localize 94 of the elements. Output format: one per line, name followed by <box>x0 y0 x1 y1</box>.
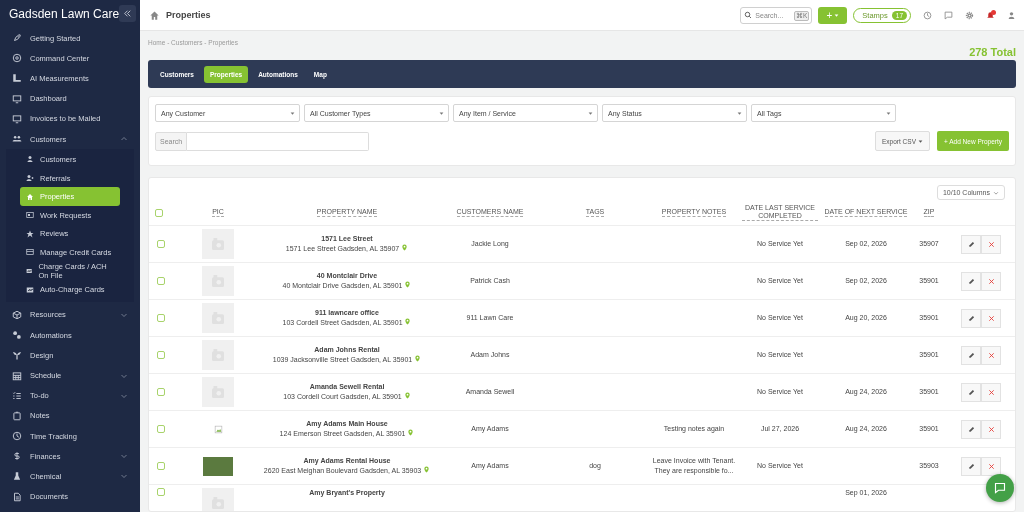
search-icon <box>744 11 753 19</box>
card-icon <box>26 267 33 275</box>
monitor-icon <box>12 93 22 104</box>
close-icon <box>987 277 995 285</box>
caret-icon <box>737 110 742 116</box>
edit-button[interactable] <box>961 234 981 254</box>
pencil-icon <box>967 314 975 322</box>
close-icon <box>987 425 995 433</box>
chat-icon <box>944 10 953 20</box>
delete-button[interactable] <box>981 419 1001 439</box>
caret-icon <box>834 12 840 18</box>
pencil-icon <box>967 240 975 248</box>
caret-icon <box>290 110 295 116</box>
close-icon <box>987 240 995 248</box>
pencil-icon <box>967 277 975 285</box>
card-icon <box>26 285 34 294</box>
pencil-icon <box>967 425 975 433</box>
delete-button[interactable] <box>981 308 1001 328</box>
brand-name: Gadsden Lawn Care <box>9 6 120 21</box>
map-pin-icon <box>423 466 431 473</box>
flask-icon <box>12 471 22 482</box>
bell-icon <box>986 10 995 20</box>
photo-placeholder <box>203 456 233 476</box>
delete-button[interactable] <box>981 345 1001 365</box>
edit-button[interactable] <box>961 271 981 291</box>
broken-image-icon <box>213 424 223 434</box>
profile-button[interactable] <box>1007 10 1016 20</box>
row-checkbox[interactable] <box>157 351 165 359</box>
row-checkbox[interactable] <box>157 425 165 433</box>
row-checkbox[interactable] <box>157 314 165 322</box>
gear-icon <box>965 10 974 20</box>
house-icon <box>149 9 160 21</box>
clock-icon <box>923 10 932 20</box>
chat-icon <box>994 482 1006 494</box>
collapse-sidebar-button[interactable] <box>119 5 136 22</box>
row-checkbox[interactable] <box>157 388 165 396</box>
row-checkbox[interactable] <box>157 488 165 496</box>
row-checkbox[interactable] <box>157 462 165 470</box>
cube-icon <box>12 309 22 320</box>
pencil-icon <box>967 351 975 359</box>
close-icon <box>987 314 995 322</box>
messages-button[interactable] <box>944 10 953 20</box>
user-icon <box>1007 10 1016 20</box>
document-icon <box>12 491 22 502</box>
user-icon <box>26 155 34 164</box>
close-icon <box>987 462 995 470</box>
edit-button[interactable] <box>961 345 981 365</box>
star-icon <box>26 229 34 238</box>
notifications-button[interactable] <box>986 10 995 20</box>
search-field[interactable] <box>187 131 369 151</box>
map-pin-icon <box>401 244 409 251</box>
map-pin-icon <box>414 355 422 362</box>
select-all-checkbox[interactable] <box>155 208 163 217</box>
calendar-icon <box>12 370 22 381</box>
map-pin-icon <box>404 281 412 288</box>
caret-icon <box>588 110 593 116</box>
page-title: Properties <box>166 10 211 20</box>
ruler-icon <box>12 73 22 84</box>
edit-button[interactable] <box>961 382 981 402</box>
caret-icon <box>439 110 444 116</box>
total-count: 278 Total <box>969 46 1016 58</box>
row-checkbox[interactable] <box>157 277 165 285</box>
edit-button[interactable] <box>961 456 981 476</box>
settings-button[interactable] <box>965 10 974 20</box>
map-pin-icon <box>407 429 415 436</box>
pencil-icon <box>967 388 975 396</box>
delete-button[interactable] <box>981 234 1001 254</box>
user-plus-icon <box>26 174 34 182</box>
map-pin-icon <box>404 318 412 325</box>
delete-button[interactable] <box>981 271 1001 291</box>
edit-button[interactable] <box>961 308 981 328</box>
users-icon <box>12 134 22 145</box>
house-icon <box>26 192 34 201</box>
caret-icon <box>918 138 923 144</box>
clipboard-icon <box>12 410 22 421</box>
delete-button[interactable] <box>981 382 1001 402</box>
row-checkbox[interactable] <box>157 240 165 248</box>
clock-icon <box>12 431 22 442</box>
monitor-icon <box>12 113 22 124</box>
id-card-icon <box>26 211 34 220</box>
sprout-icon <box>12 350 22 361</box>
double-chevron-left-icon <box>123 9 133 18</box>
chevron-down-icon <box>993 189 999 196</box>
delete-button[interactable] <box>981 456 1001 476</box>
checklist-icon <box>12 390 22 401</box>
history-button[interactable] <box>923 10 932 20</box>
pencil-icon <box>967 462 975 470</box>
dollar-icon <box>12 451 22 462</box>
close-icon <box>987 388 995 396</box>
edit-button[interactable] <box>961 419 981 439</box>
close-icon <box>987 351 995 359</box>
credit-card-icon <box>26 248 34 257</box>
caret-icon <box>886 110 891 116</box>
map-pin-icon <box>403 392 411 399</box>
